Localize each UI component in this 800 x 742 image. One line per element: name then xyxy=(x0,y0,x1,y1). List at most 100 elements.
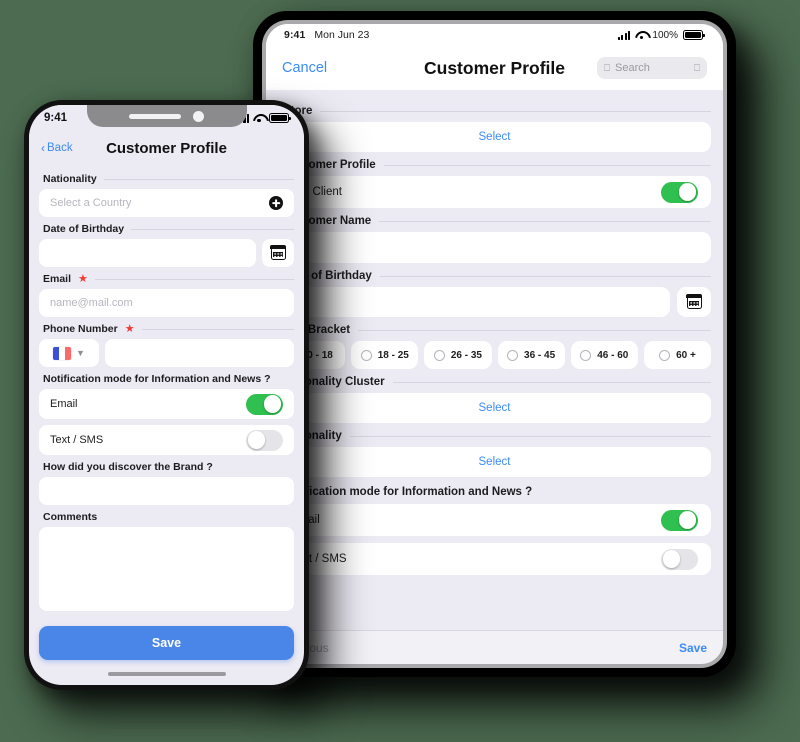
notification-label: Notification mode for Information and Ne… xyxy=(283,486,533,498)
calendar-button[interactable] xyxy=(262,239,294,267)
microphone-icon[interactable]: ⎕ xyxy=(694,63,700,74)
phone-form: Nationality Select a Country Date of Bir… xyxy=(29,165,304,612)
divider xyxy=(141,328,294,330)
age-option[interactable]: 46 - 60 xyxy=(570,341,638,369)
divider xyxy=(392,381,711,383)
save-button[interactable]: Save xyxy=(39,626,294,660)
divider xyxy=(379,275,711,277)
notification-email-row[interactable]: Email xyxy=(39,389,294,419)
required-asterisk-icon: ★ xyxy=(78,272,88,285)
calendar-icon xyxy=(685,294,703,309)
search-icon: ⎕ xyxy=(604,62,610,74)
phone-number-row: ▼ xyxy=(39,339,294,367)
nationality-label-row: Nationality xyxy=(283,430,711,442)
age-option-label: 0 - 18 xyxy=(307,349,333,361)
notification-sms-row[interactable]: Text / SMS xyxy=(39,425,294,455)
phone-number-label: Phone Number xyxy=(43,323,118,335)
comments-textarea[interactable] xyxy=(39,527,294,611)
email-label: Email xyxy=(43,273,72,285)
customer-name-label-row: Customer Name xyxy=(283,215,711,227)
country-code-selector[interactable]: ▼ xyxy=(39,339,99,367)
search-input[interactable]: ⎕ Search ⎕ xyxy=(597,57,707,79)
calendar-button[interactable] xyxy=(677,287,711,317)
dob-input[interactable] xyxy=(39,239,256,267)
discover-input[interactable] xyxy=(39,477,294,505)
screenshot-stage: 9:41 Mon Jun 23 100% Cancel Customer Pro… xyxy=(0,0,800,742)
age-option[interactable]: 60 + xyxy=(643,341,712,369)
vip-client-row[interactable]: VIP Client xyxy=(278,176,711,208)
divider xyxy=(103,178,294,180)
notification-sms-toggle[interactable] xyxy=(661,548,698,570)
notification-label: Notification mode for Information and Ne… xyxy=(43,373,271,385)
dob-label-row: Date of Birthday xyxy=(43,223,294,235)
age-option[interactable]: 18 - 25 xyxy=(351,341,419,369)
radio-icon xyxy=(659,349,671,361)
comments-label: Comments xyxy=(43,511,98,523)
notification-email-toggle[interactable] xyxy=(246,393,283,415)
add-circle-icon[interactable] xyxy=(269,196,283,210)
cellular-signal-icon xyxy=(617,30,631,40)
phone-nav-bar: ‹ Back Customer Profile xyxy=(29,131,304,165)
email-label-row: Email ★ xyxy=(43,273,294,285)
age-option-label: 26 - 35 xyxy=(450,349,482,361)
divider xyxy=(131,228,294,230)
notification-email-row[interactable]: Email xyxy=(278,504,711,536)
cancel-button[interactable]: Cancel xyxy=(282,60,327,76)
wifi-icon xyxy=(635,31,647,40)
battery-icon xyxy=(269,113,291,123)
chevron-down-icon: ▼ xyxy=(76,348,85,358)
dob-label: Date of Birthday xyxy=(43,223,125,235)
dob-input[interactable] xyxy=(278,287,670,317)
nationality-select-field[interactable]: Select a Country xyxy=(39,189,294,217)
nationality-select[interactable]: Select xyxy=(278,447,711,477)
notification-sms-row[interactable]: Text / SMS xyxy=(278,543,711,575)
required-asterisk-icon: ★ xyxy=(124,322,135,335)
age-option-label: 46 - 60 xyxy=(597,349,629,361)
save-button[interactable]: Save xyxy=(679,641,707,655)
divider xyxy=(383,164,711,166)
status-time: 9:41 xyxy=(44,112,68,124)
tablet-nav-bar: Cancel Customer Profile ⎕ Search ⎕ xyxy=(266,46,723,90)
tablet-bezel: 9:41 Mon Jun 23 100% Cancel Customer Pro… xyxy=(262,20,727,668)
divider xyxy=(358,329,711,331)
back-label: Back xyxy=(47,142,73,154)
calendar-icon xyxy=(269,245,287,260)
tablet-screen: 9:41 Mon Jun 23 100% Cancel Customer Pro… xyxy=(266,24,723,664)
dob-row xyxy=(278,287,711,317)
battery-icon xyxy=(683,30,705,40)
customer-name-input[interactable] xyxy=(278,232,711,263)
divider xyxy=(349,435,711,437)
vip-client-toggle[interactable] xyxy=(661,181,698,203)
notification-sms-toggle[interactable] xyxy=(246,429,283,451)
nationality-label: Nationality xyxy=(43,173,97,185)
phone-number-input[interactable] xyxy=(105,339,294,367)
status-indicators: 100% xyxy=(617,30,705,41)
flag-france-icon xyxy=(53,346,72,360)
phone-number-label-row: Phone Number ★ xyxy=(43,323,294,335)
radio-icon xyxy=(433,349,445,361)
age-option-label: 18 - 25 xyxy=(377,349,409,361)
notification-label-row: Notification mode for Information and Ne… xyxy=(43,373,294,385)
radio-icon xyxy=(580,349,592,361)
discover-label-row: How did you discover the Brand ? xyxy=(43,461,294,473)
age-option-label: 60 + xyxy=(676,349,696,361)
chevron-left-icon: ‹ xyxy=(41,141,45,155)
home-indicator xyxy=(107,672,226,676)
dob-label-row: Date of Birthday xyxy=(283,270,711,282)
store-label-row: Store xyxy=(283,105,711,117)
notification-email-toggle[interactable] xyxy=(661,509,698,531)
nationality-cluster-select[interactable]: Select xyxy=(278,393,711,423)
age-bracket-label-row: Age Bracket xyxy=(283,324,711,336)
age-option[interactable]: 36 - 45 xyxy=(497,341,565,369)
age-option-label: 36 - 45 xyxy=(524,349,556,361)
back-button[interactable]: ‹ Back xyxy=(41,141,73,155)
nationality-placeholder: Select a Country xyxy=(50,197,132,209)
age-option[interactable]: 26 - 35 xyxy=(424,341,492,369)
comments-label-row: Comments xyxy=(43,511,294,523)
radio-icon xyxy=(360,349,372,361)
email-field[interactable]: name@mail.com xyxy=(39,289,294,317)
phone-screen: 9:41 ‹ Back Customer Profile Nationality xyxy=(29,105,304,685)
phone-notch xyxy=(86,105,247,127)
store-select-field[interactable]: Select xyxy=(278,122,711,152)
tablet-device: 9:41 Mon Jun 23 100% Cancel Customer Pro… xyxy=(253,11,736,677)
